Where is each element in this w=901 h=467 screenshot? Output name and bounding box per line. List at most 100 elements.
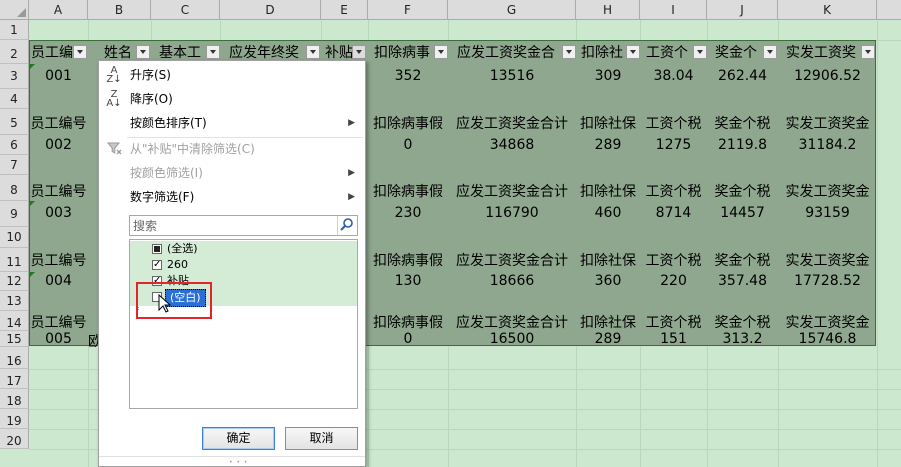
column-header-c[interactable]: C xyxy=(151,0,220,20)
cell-j15[interactable]: 313.2 xyxy=(707,331,778,347)
cell-j5[interactable]: 奖金个税 xyxy=(707,113,778,133)
cell-f11[interactable]: 扣除病事假 xyxy=(368,250,448,270)
cell-f12[interactable]: 130 xyxy=(368,273,448,289)
cancel-button[interactable]: 取消 xyxy=(285,427,358,450)
row-header-17[interactable]: 17 xyxy=(0,369,29,389)
cell-i3[interactable]: 38.04 xyxy=(640,68,707,84)
cell-f6[interactable]: 0 xyxy=(368,137,448,153)
list-item-select-all[interactable]: (全选) xyxy=(130,241,357,257)
header-cell-f[interactable]: 扣除病事 xyxy=(370,42,434,62)
cell-a12[interactable]: 004 xyxy=(29,273,88,289)
cell-j8[interactable]: 奖金个税 xyxy=(707,181,778,201)
filter-dropdown-e[interactable] xyxy=(352,45,366,59)
row-header-11[interactable]: 11 xyxy=(0,248,29,272)
filter-dropdown-d[interactable] xyxy=(306,45,320,59)
ok-button[interactable]: 确定 xyxy=(202,427,275,450)
cell-f5[interactable]: 扣除病事假 xyxy=(368,113,448,133)
cell-h8[interactable]: 扣除社保 xyxy=(576,181,640,201)
menu-item-filter-by-color[interactable]: 按颜色筛选(I) ▶ xyxy=(99,161,365,185)
cell-g9[interactable]: 116790 xyxy=(448,205,576,221)
filter-dropdown-b[interactable] xyxy=(136,45,150,59)
cell-a14[interactable]: 员工编号 xyxy=(29,312,88,332)
cell-k9[interactable]: 93159 xyxy=(778,205,877,221)
row-header-5[interactable]: 5 xyxy=(0,109,29,135)
row-header-6[interactable]: 6 xyxy=(0,135,29,155)
cell-k3[interactable]: 12906.52 xyxy=(778,68,877,84)
column-header-a[interactable]: A xyxy=(29,0,88,20)
cell-k8[interactable]: 实发工资奖金 xyxy=(778,181,877,201)
row-header-13[interactable]: 13 xyxy=(0,291,29,311)
cell-h15[interactable]: 289 xyxy=(576,331,640,347)
checkbox-select-all[interactable] xyxy=(152,244,162,254)
row-header-10[interactable]: 10 xyxy=(0,227,29,248)
cell-j12[interactable]: 357.48 xyxy=(707,273,778,289)
column-header-k[interactable]: K xyxy=(778,0,877,20)
column-header-f[interactable]: F xyxy=(368,0,448,20)
header-cell-b[interactable]: 姓名 xyxy=(100,42,136,62)
cell-i11[interactable]: 工资个税 xyxy=(640,250,707,270)
filter-dropdown-g[interactable] xyxy=(562,45,576,59)
row-header-8[interactable]: 8 xyxy=(0,175,29,201)
row-header-20[interactable]: 20 xyxy=(0,429,29,449)
row-header-19[interactable]: 19 xyxy=(0,409,29,429)
header-cell-h[interactable]: 扣除社 xyxy=(578,42,626,62)
cell-k11[interactable]: 实发工资奖金 xyxy=(778,250,877,270)
cell-g14[interactable]: 应发工资奖金合计 xyxy=(448,312,576,332)
resize-grip[interactable]: • • • xyxy=(99,456,365,466)
row-header-14[interactable]: 14 xyxy=(0,311,29,331)
menu-item-sort-descending[interactable]: Z A↓ 降序(O) xyxy=(99,87,365,111)
checkbox-260[interactable]: ✓ xyxy=(152,260,162,270)
cell-a11[interactable]: 员工编号 xyxy=(29,250,88,270)
cell-g11[interactable]: 应发工资奖金合计 xyxy=(448,250,576,270)
menu-item-sort-by-color[interactable]: 按颜色排序(T) ▶ xyxy=(99,111,365,135)
row-header-1[interactable]: 1 xyxy=(0,20,29,40)
filter-dropdown-a[interactable] xyxy=(73,45,87,59)
cell-h12[interactable]: 360 xyxy=(576,273,640,289)
column-header-d[interactable]: D xyxy=(220,0,321,20)
cell-i6[interactable]: 1275 xyxy=(640,137,707,153)
row-header-9[interactable]: 9 xyxy=(0,201,29,227)
filter-dropdown-j[interactable] xyxy=(763,45,777,59)
filter-dropdown-h[interactable] xyxy=(626,45,640,59)
row-header-18[interactable]: 18 xyxy=(0,389,29,409)
row-header-16[interactable]: 16 xyxy=(0,347,29,369)
cell-h9[interactable]: 460 xyxy=(576,205,640,221)
cell-g8[interactable]: 应发工资奖金合计 xyxy=(448,181,576,201)
cell-g3[interactable]: 13516 xyxy=(448,68,576,84)
cell-j9[interactable]: 14457 xyxy=(707,205,778,221)
cell-g6[interactable]: 34868 xyxy=(448,137,576,153)
cell-k12[interactable]: 17728.52 xyxy=(778,273,877,289)
cell-i8[interactable]: 工资个税 xyxy=(640,181,707,201)
row-header-3[interactable]: 3 xyxy=(0,64,29,89)
column-header-e[interactable]: E xyxy=(321,0,368,20)
filter-dropdown-f[interactable] xyxy=(434,45,448,59)
row-header-12[interactable]: 12 xyxy=(0,272,29,291)
cell-a6[interactable]: 002 xyxy=(29,137,88,153)
filter-search-input[interactable] xyxy=(130,216,341,235)
cell-a3[interactable]: 001 xyxy=(29,68,88,84)
cell-i9[interactable]: 8714 xyxy=(640,205,707,221)
cell-i14[interactable]: 工资个税 xyxy=(640,312,707,332)
column-header-g[interactable]: G xyxy=(448,0,576,20)
cell-a9[interactable]: 003 xyxy=(29,205,88,221)
cell-a15[interactable]: 005 xyxy=(29,331,88,347)
filter-dropdown-c[interactable] xyxy=(206,45,220,59)
header-cell-d[interactable]: 应发年终奖 xyxy=(222,42,306,62)
column-header-h[interactable]: H xyxy=(576,0,640,20)
cell-a8[interactable]: 员工编号 xyxy=(29,181,88,201)
cell-h3[interactable]: 309 xyxy=(576,68,640,84)
select-all-corner[interactable] xyxy=(0,0,29,20)
row-header-7[interactable]: 7 xyxy=(0,155,29,175)
cell-i5[interactable]: 工资个税 xyxy=(640,113,707,133)
column-header-i[interactable]: I xyxy=(640,0,707,20)
menu-item-sort-ascending[interactable]: A Z↓ 升序(S) xyxy=(99,63,365,87)
cell-g5[interactable]: 应发工资奖金合计 xyxy=(448,113,576,133)
filter-dropdown-i[interactable] xyxy=(693,45,707,59)
list-item-260[interactable]: ✓ 260 xyxy=(130,257,357,273)
cell-k5[interactable]: 实发工资奖金 xyxy=(778,113,877,133)
header-cell-g[interactable]: 应发工资奖金合 xyxy=(450,42,562,62)
header-cell-k[interactable]: 实发工资奖 xyxy=(780,42,862,62)
column-header-j[interactable]: J xyxy=(707,0,778,20)
header-cell-e[interactable]: 补贴 xyxy=(325,42,353,62)
header-cell-j[interactable]: 奖金个 xyxy=(709,42,763,62)
